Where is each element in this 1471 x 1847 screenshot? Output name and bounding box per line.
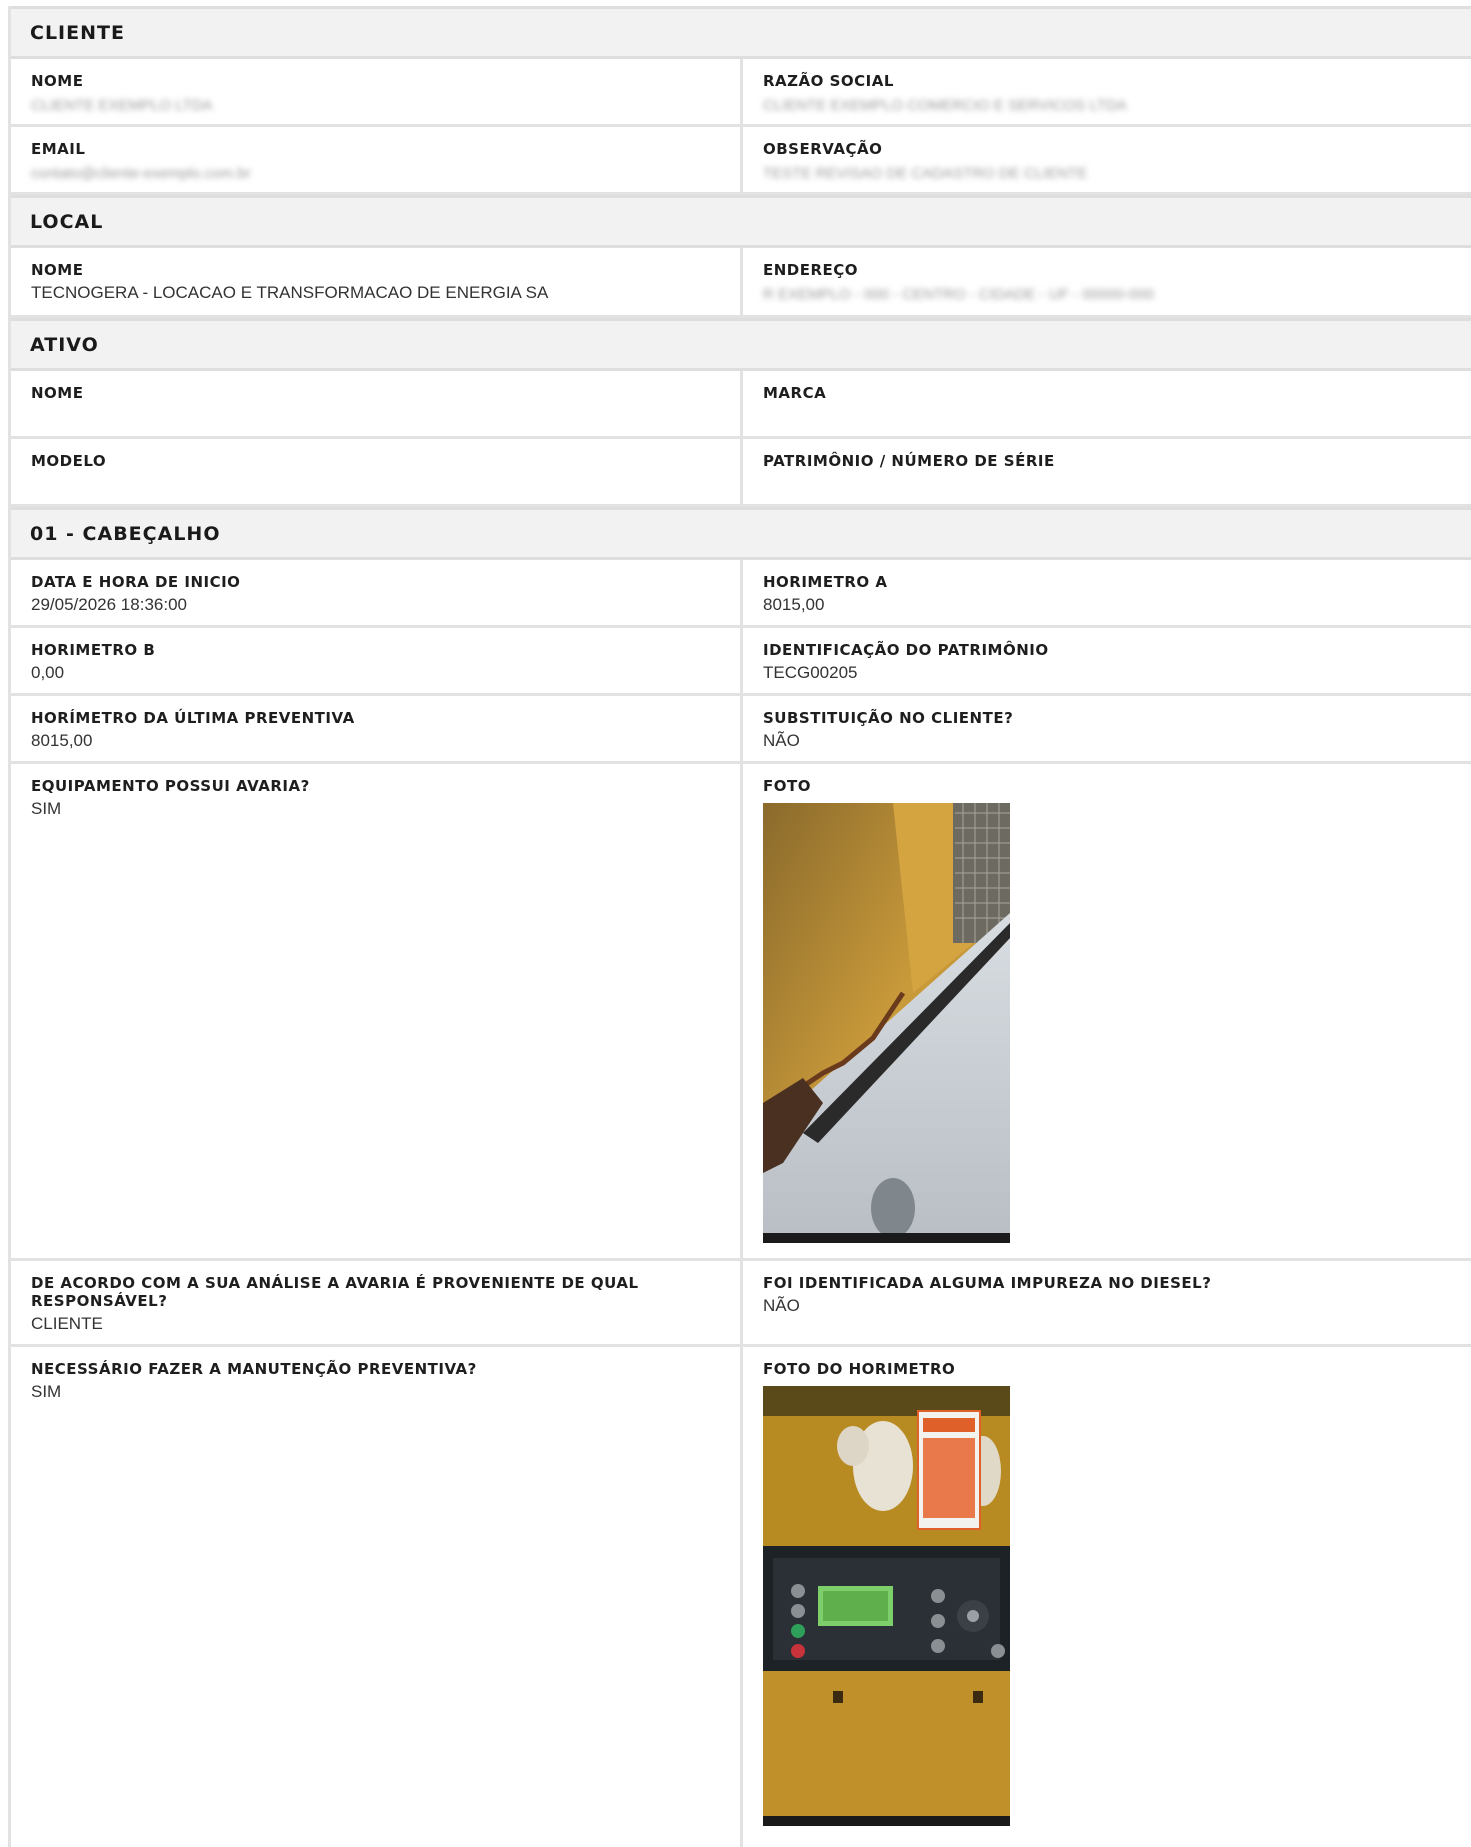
field-value-redacted: CLIENTE EXEMPLO LTDA — [31, 97, 213, 114]
field-identificacao: IDENTIFICAÇÃO DO PATRIMÔNIO TECG00205 — [743, 628, 1471, 693]
field-label: NECESSÁRIO FAZER A MANUTENÇÃO PREVENTIVA… — [31, 1360, 477, 1378]
section-cabecalho: 01 - CABEÇALHO — [11, 507, 1471, 560]
field-patrimonio: PATRIMÔNIO / NÚMERO DE SÉRIE — [743, 439, 1471, 504]
field-responsavel: DE ACORDO COM A SUA ANÁLISE A AVARIA É P… — [11, 1261, 743, 1344]
field-observacao: OBSERVAÇÃO TESTE REVISAO DE CADASTRO DE … — [743, 127, 1471, 192]
field-marca: MARCA — [743, 371, 1471, 436]
row-cliente-2: EMAIL contato@cliente-exemplo.com.br OBS… — [11, 127, 1471, 195]
field-label: OBSERVAÇÃO — [763, 140, 883, 158]
field-value: TECG00205 — [763, 663, 858, 682]
section-title: ATIVO — [30, 333, 99, 356]
field-ultima-preventiva: HORÍMETRO DA ÚLTIMA PREVENTIVA 8015,00 — [11, 696, 743, 761]
row-ativo-2: MODELO PATRIMÔNIO / NÚMERO DE SÉRIE — [11, 439, 1471, 507]
field-label: HORIMETRO B — [31, 641, 156, 659]
field-value: CLIENTE — [31, 1314, 103, 1333]
field-value: SIM — [31, 799, 62, 818]
field-label: FOTO — [763, 777, 811, 795]
row-cab-5: DE ACORDO COM A SUA ANÁLISE A AVARIA É P… — [11, 1261, 1471, 1347]
field-avaria: EQUIPAMENTO POSSUI AVARIA? SIM — [11, 764, 743, 1258]
field-label: PATRIMÔNIO / NÚMERO DE SÉRIE — [763, 452, 1055, 470]
field-horimetro-a: HORIMETRO A 8015,00 — [743, 560, 1471, 625]
field-label: IDENTIFICAÇÃO DO PATRIMÔNIO — [763, 641, 1049, 659]
field-label: HORIMETRO A — [763, 573, 888, 591]
field-preventiva: NECESSÁRIO FAZER A MANUTENÇÃO PREVENTIVA… — [11, 1347, 743, 1847]
field-value: NÃO — [763, 1296, 800, 1315]
field-label: SUBSTITUIÇÃO NO CLIENTE? — [763, 709, 1014, 727]
section-title: LOCAL — [30, 210, 104, 233]
field-value: 29/05/2026 18:36:00 — [31, 595, 187, 614]
field-horimetro-b: HORIMETRO B 0,00 — [11, 628, 743, 693]
hourmeter-photo[interactable] — [763, 1386, 1010, 1826]
field-data-inicio: DATA E HORA DE INICIO 29/05/2026 18:36:0… — [11, 560, 743, 625]
field-label: RAZÃO SOCIAL — [763, 72, 894, 90]
report: CLIENTE NOME CLIENTE EXEMPLO LTDA RAZÃO … — [8, 6, 1471, 1847]
field-label: FOI IDENTIFICADA ALGUMA IMPUREZA NO DIES… — [763, 1274, 1212, 1292]
field-cliente-nome: NOME CLIENTE EXEMPLO LTDA — [11, 59, 743, 124]
row-ativo-1: NOME MARCA — [11, 371, 1471, 439]
field-label: NOME — [31, 72, 84, 90]
field-foto-horimetro: FOTO DO HORIMETRO — [743, 1347, 1471, 1847]
section-title: 01 - CABEÇALHO — [30, 522, 221, 545]
row-cab-3: HORÍMETRO DA ÚLTIMA PREVENTIVA 8015,00 S… — [11, 696, 1471, 764]
field-modelo: MODELO — [11, 439, 743, 504]
field-value: 8015,00 — [763, 595, 825, 614]
field-endereco: ENDEREÇO R EXEMPLO - 000 - CENTRO - CIDA… — [743, 248, 1471, 315]
field-label: ENDEREÇO — [763, 261, 859, 279]
row-cab-4: EQUIPAMENTO POSSUI AVARIA? SIM FOTO — [11, 764, 1471, 1261]
field-label: EMAIL — [31, 140, 86, 158]
field-value: TECNOGERA - LOCACAO E TRANSFORMACAO DE E… — [31, 283, 549, 302]
section-local: LOCAL — [11, 195, 1471, 248]
field-label: FOTO DO HORIMETRO — [763, 1360, 956, 1378]
field-value-redacted: CLIENTE EXEMPLO COMERCIO E SERVICOS LTDA — [763, 97, 1127, 114]
field-value-redacted: contato@cliente-exemplo.com.br — [31, 165, 251, 182]
row-local: NOME TECNOGERA - LOCACAO E TRANSFORMACAO… — [11, 248, 1471, 318]
field-foto: FOTO — [743, 764, 1471, 1258]
field-local-nome: NOME TECNOGERA - LOCACAO E TRANSFORMACAO… — [11, 248, 743, 315]
row-cab-2: HORIMETRO B 0,00 IDENTIFICAÇÃO DO PATRIM… — [11, 628, 1471, 696]
damage-photo-image — [763, 803, 1010, 1243]
field-substituicao: SUBSTITUIÇÃO NO CLIENTE? NÃO — [743, 696, 1471, 761]
row-cliente-1: NOME CLIENTE EXEMPLO LTDA RAZÃO SOCIAL C… — [11, 59, 1471, 127]
section-title: CLIENTE — [30, 21, 125, 44]
field-value: SIM — [31, 1382, 62, 1401]
field-value-redacted: TESTE REVISAO DE CADASTRO DE CLIENTE — [763, 165, 1088, 182]
field-label: NOME — [31, 261, 84, 279]
field-label: EQUIPAMENTO POSSUI AVARIA? — [31, 777, 310, 795]
field-value: 0,00 — [31, 663, 65, 682]
field-label: DE ACORDO COM A SUA ANÁLISE A AVARIA É P… — [31, 1274, 639, 1310]
row-cab-1: DATA E HORA DE INICIO 29/05/2026 18:36:0… — [11, 560, 1471, 628]
row-cab-6: NECESSÁRIO FAZER A MANUTENÇÃO PREVENTIVA… — [11, 1347, 1471, 1847]
field-value: 8015,00 — [31, 731, 93, 750]
field-impureza: FOI IDENTIFICADA ALGUMA IMPUREZA NO DIES… — [743, 1261, 1471, 1344]
field-value-redacted: R EXEMPLO - 000 - CENTRO - CIDADE - UF -… — [763, 286, 1154, 303]
field-label: MARCA — [763, 384, 827, 402]
hourmeter-photo-image — [763, 1386, 1010, 1826]
field-label: DATA E HORA DE INICIO — [31, 573, 241, 591]
field-ativo-nome: NOME — [11, 371, 743, 436]
field-label: HORÍMETRO DA ÚLTIMA PREVENTIVA — [31, 709, 355, 727]
section-ativo: ATIVO — [11, 318, 1471, 371]
field-label: MODELO — [31, 452, 107, 470]
field-label: NOME — [31, 384, 84, 402]
field-email: EMAIL contato@cliente-exemplo.com.br — [11, 127, 743, 192]
section-cliente: CLIENTE — [11, 6, 1471, 59]
field-value: NÃO — [763, 731, 800, 750]
damage-photo[interactable] — [763, 803, 1010, 1243]
field-razao-social: RAZÃO SOCIAL CLIENTE EXEMPLO COMERCIO E … — [743, 59, 1471, 124]
